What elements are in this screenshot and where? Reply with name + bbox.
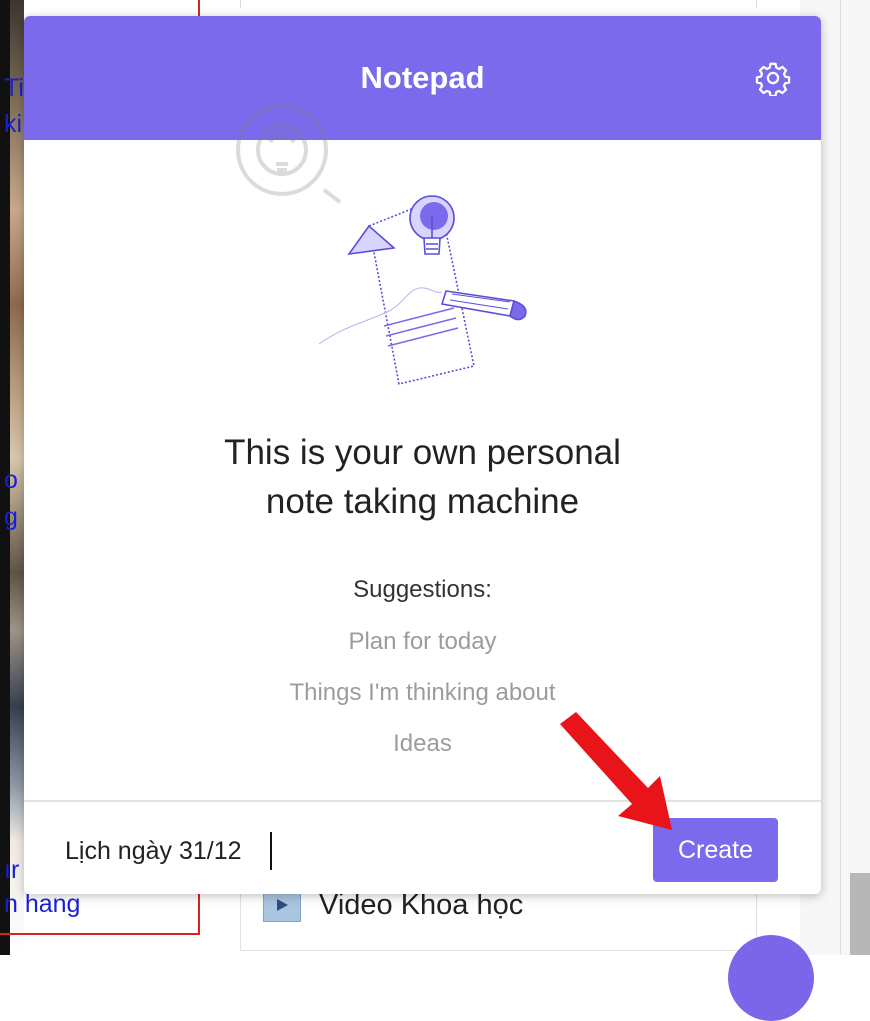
notepad-popup: Notepad This is your own personal note t… xyxy=(24,16,821,894)
background-link-fragment[interactable]: o xyxy=(4,466,18,495)
suggestion-ideas[interactable]: Ideas xyxy=(24,730,821,758)
background-link-fragment[interactable]: n hang xyxy=(4,890,80,919)
background-link-fragment[interactable]: ki xyxy=(4,110,22,139)
scrollbar-thumb[interactable] xyxy=(850,873,870,955)
note-illustration xyxy=(318,195,527,385)
suggestion-things-thinking[interactable]: Things I'm thinking about xyxy=(24,679,821,707)
floating-action-button[interactable] xyxy=(728,935,814,1021)
background-link-fragment[interactable]: ır xyxy=(4,856,19,885)
background-link-fragment[interactable]: g xyxy=(4,503,18,532)
popup-title: Notepad xyxy=(360,60,485,95)
footer-divider xyxy=(24,800,821,802)
empty-state-heading: This is your own personal note taking ma… xyxy=(24,428,821,526)
gear-icon[interactable] xyxy=(755,60,791,96)
heading-line-1: This is your own personal xyxy=(224,433,621,472)
note-title-input[interactable] xyxy=(65,834,625,868)
suggestion-plan-for-today[interactable]: Plan for today xyxy=(24,628,821,656)
heading-line-2: note taking machine xyxy=(265,482,580,521)
background-card-top xyxy=(240,0,757,8)
suggestions-title: Suggestions: xyxy=(353,576,492,603)
popup-header: Notepad xyxy=(24,16,821,140)
annotation-arrow xyxy=(560,712,672,830)
background-divider xyxy=(840,0,841,955)
text-caret xyxy=(270,832,272,870)
background-link-fragment[interactable]: Ti xyxy=(4,74,24,103)
